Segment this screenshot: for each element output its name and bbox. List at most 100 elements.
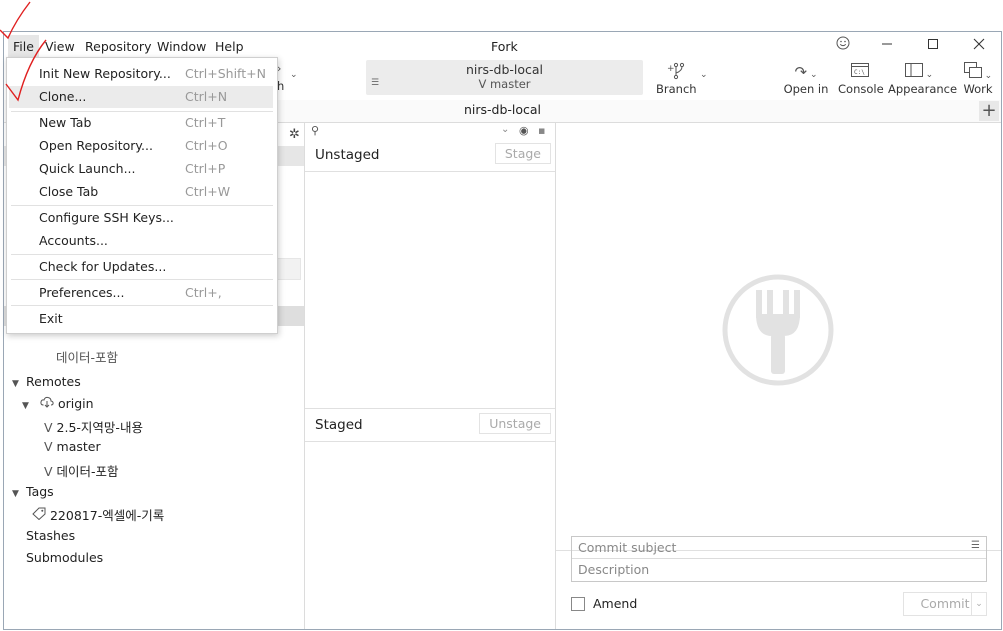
menu-lines-icon[interactable]: ☰ [971, 540, 980, 551]
menu-configure-ssh-keys[interactable]: Configure SSH Keys... [9, 207, 273, 229]
branch-icon: ⴸ [44, 464, 53, 479]
menu-separator [11, 205, 273, 206]
menu-quick-launch[interactable]: Quick Launch... Ctrl+P [9, 158, 273, 180]
chevron-down-icon[interactable]: ⌄ [290, 70, 298, 80]
commit-button-label: Commit [920, 596, 970, 611]
repository-selector[interactable]: ☰ nirs-db-local ⴸ master [366, 60, 643, 95]
workspace-button[interactable]: ⌄ Work [958, 62, 998, 96]
menu-exit[interactable]: Exit [9, 308, 273, 330]
app-title: Fork [491, 39, 518, 54]
menu-accounts[interactable]: Accounts... [9, 230, 273, 252]
console-button[interactable]: C:\ Console [838, 62, 884, 96]
branch-label: 데이터-포함 [56, 464, 119, 479]
add-tab-button[interactable]: + [979, 101, 999, 121]
console-icon: C:\ [838, 62, 882, 82]
menu-item-label: New Tab [39, 115, 92, 130]
redo-arrow-icon: ↷ ⌄ [794, 63, 818, 81]
console-label: Console [838, 82, 884, 96]
chevrons-down-icon[interactable]: ⌄ [501, 124, 509, 135]
tags-section[interactable]: ▼ Tags [12, 484, 54, 499]
minimize-icon[interactable] [872, 35, 902, 57]
remote-origin[interactable]: ▼ origin [22, 396, 94, 411]
unstage-button[interactable]: Unstage [479, 413, 551, 434]
comment-icon[interactable]: ▪ [538, 124, 545, 137]
submodules-section[interactable]: Submodules [26, 550, 103, 565]
remotes-label: Remotes [26, 374, 81, 389]
commit-message-box: Commit subject ☰ Description [571, 536, 987, 582]
layout-icon: ⌄ [888, 62, 950, 82]
commit-button[interactable]: Commit ⌄ [903, 592, 987, 616]
menu-item-label: Configure SSH Keys... [39, 210, 174, 225]
stashes-section[interactable]: Stashes [26, 528, 75, 543]
diff-panel: Commit subject ☰ Description Amend Commi… [556, 122, 1001, 629]
remotes-section[interactable]: ▼ Remotes [12, 374, 81, 389]
unstaged-header: Unstaged Stage [305, 138, 555, 172]
close-icon[interactable] [964, 35, 994, 57]
branch-icon: ⴸ [44, 439, 53, 454]
menu-item-label: Exit [39, 311, 63, 326]
menu-item-shortcut: Ctrl+Shift+N [185, 66, 266, 81]
unstaged-title: Unstaged [315, 147, 380, 163]
changes-panel: ⚲ ⌄ ◉ ▪ Unstaged Stage Staged Unstage [305, 122, 556, 629]
staged-file-list[interactable] [305, 442, 555, 629]
commit-description-input[interactable]: Description [572, 559, 998, 580]
sidebar-partial-item[interactable]: 데이터-포함 [56, 347, 118, 366]
hidden-toolbar-label: h [277, 79, 285, 93]
menu-item-shortcut: Ctrl+, [185, 285, 222, 300]
staged-title: Staged [315, 417, 363, 433]
unstaged-file-list[interactable] [305, 172, 555, 409]
branch-button[interactable]: + Branch [656, 62, 697, 96]
stage-button[interactable]: Stage [494, 143, 551, 164]
tag-item[interactable]: 220817-엑셀에-기록 [32, 505, 164, 524]
menu-item-label: Accounts... [39, 233, 108, 248]
windows-icon: ⌄ [958, 62, 998, 82]
svg-text:C:\: C:\ [854, 69, 865, 76]
branch-button-label: Branch [656, 82, 697, 96]
menu-item-shortcut: Ctrl+P [185, 161, 226, 176]
branch-label: master [56, 439, 101, 454]
origin-label: origin [57, 396, 94, 411]
gear-icon[interactable]: ✲ [289, 127, 300, 142]
menu-item-label: Preferences... [39, 285, 125, 300]
menu-window[interactable]: Window [157, 39, 206, 54]
cloud-icon [36, 396, 58, 411]
branch-chevron-down-icon[interactable]: ⌄ [700, 70, 708, 80]
commit-subject-input[interactable]: Commit subject [572, 537, 986, 559]
menu-new-tab[interactable]: New Tab Ctrl+T [9, 112, 273, 134]
branch-icon: ⴸ [44, 420, 53, 435]
appearance-button[interactable]: ⌄ Appearance [888, 62, 958, 96]
maximize-icon[interactable] [918, 35, 948, 57]
menu-item-shortcut: Ctrl+W [185, 184, 231, 199]
menu-close-tab[interactable]: Close Tab Ctrl+W [9, 181, 273, 203]
menu-help[interactable]: Help [215, 39, 244, 54]
commit-dropdown-chevron-icon[interactable]: ⌄ [971, 592, 987, 616]
search-icon[interactable]: ⚲ [311, 124, 319, 137]
menu-item-shortcut: Ctrl+N [185, 89, 228, 104]
plus-icon: + [981, 100, 997, 121]
remote-branch-item[interactable]: ⴸ master [44, 439, 101, 454]
fork-logo-icon [722, 274, 834, 389]
menu-item-label: Check for Updates... [39, 259, 167, 274]
title-bar: File View Repository Window Help Fork [4, 32, 1001, 60]
menu-open-repository[interactable]: Open Repository... Ctrl+O [9, 135, 273, 157]
expand-triangle-icon: ▼ [12, 379, 19, 389]
menu-item-label: Quick Launch... [39, 161, 136, 176]
svg-text:+: + [667, 64, 675, 74]
menu-separator [11, 254, 273, 255]
appearance-label: Appearance [888, 82, 958, 96]
amend-label: Amend [593, 596, 638, 611]
red-checkmark-annotations [0, 1, 47, 102]
open-in-button[interactable]: ↷ ⌄ Open in [782, 62, 830, 96]
smiley-icon[interactable] [828, 35, 858, 57]
menu-repository[interactable]: Repository [85, 39, 151, 54]
eye-icon[interactable]: ◉ [519, 124, 529, 137]
amend-checkbox[interactable] [571, 597, 585, 611]
open-in-label: Open in [783, 82, 829, 96]
branch-label: 2.5-지역망-내용 [56, 420, 143, 435]
remote-branch-item[interactable]: ⴸ 데이터-포함 [44, 461, 119, 480]
staged-header: Staged Unstage [305, 408, 555, 442]
menu-preferences[interactable]: Preferences... Ctrl+, [9, 282, 273, 304]
remote-branch-item[interactable]: ⴸ 2.5-지역망-내용 [44, 417, 143, 436]
menu-check-for-updates[interactable]: Check for Updates... [9, 256, 273, 278]
menu-item-label: Open Repository... [39, 138, 153, 153]
